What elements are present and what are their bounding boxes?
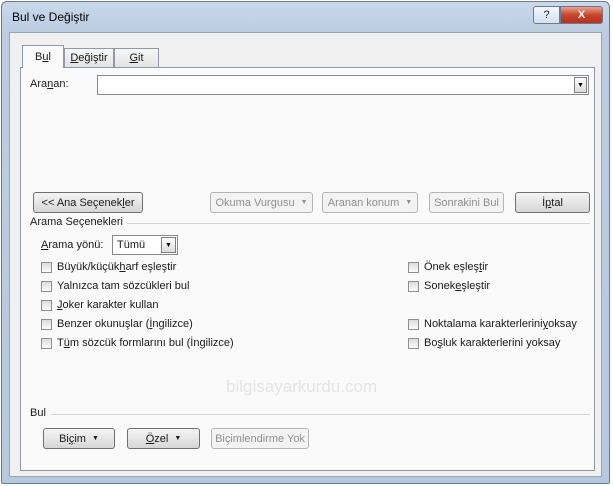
match-case-checkbox[interactable]: Büyük/küçük h arf eşleştir (41, 261, 176, 273)
find-divider (51, 414, 590, 415)
help-button[interactable]: ? (533, 6, 560, 24)
dialog-body: Bul Değiştir Git Aranan: ▼ << Ana Seçene… (9, 32, 602, 477)
ignore-whitespace-checkbox[interactable]: Bo ş luk karakterlerini yoksay (408, 337, 560, 349)
chevron-down-icon: ▼ (577, 81, 584, 89)
format-button[interactable]: Bi ç im ▼ (43, 428, 115, 449)
ignore-punctuation-checkbox[interactable]: Noktalama karakterlerini y oksay (408, 318, 577, 330)
search-input[interactable]: ▼ (97, 75, 589, 95)
tab-find[interactable]: Bul (22, 45, 64, 68)
word-forms-checkbox[interactable]: Tüm sözcük formlarını bul (İngilizce) (41, 337, 234, 349)
match-suffix-checkbox[interactable]: Sonek e şleştir (408, 280, 490, 292)
window-title: Bul ve Değiştir (12, 10, 90, 24)
options-divider (127, 223, 590, 224)
direction-value: Tümü (117, 239, 146, 251)
no-formatting-button[interactable]: Biçimlendirme Yok (211, 428, 309, 449)
reading-highlight-button[interactable]: Okuma Vurgusu ▼ (210, 192, 313, 213)
dropdown-arrow-icon: ▼ (300, 199, 308, 206)
search-label: Aranan: (30, 78, 69, 90)
watermark: bilgisayarkurdu.com (226, 377, 378, 396)
find-in-button[interactable]: Aranan konum ▼ (322, 192, 418, 213)
dropdown-arrow-icon: ▼ (91, 435, 99, 442)
close-icon: X (577, 9, 586, 21)
find-replace-dialog: Bul ve Değiştir ? X Bul Değiştir Git Ara… (1, 1, 610, 484)
find-next-button[interactable]: Sonrakini Bul (429, 192, 504, 213)
tab-panel-find: Aranan: ▼ << Ana Seçenek l er Okuma Vurgus… (20, 67, 595, 471)
tab-goto[interactable]: Git (114, 48, 159, 67)
sounds-like-checkbox[interactable]: Benzer okunuşlar (İngilizce) (41, 318, 193, 330)
whole-words-checkbox[interactable]: Yalnızca tam sözcükleri bul (41, 280, 189, 292)
chevron-down-icon: ▼ (165, 241, 172, 249)
direction-dropdown-button[interactable]: ▼ (161, 237, 176, 253)
dropdown-arrow-icon: ▼ (174, 435, 182, 442)
tab-replace[interactable]: Değiştir (64, 48, 114, 67)
close-button[interactable]: X (560, 6, 603, 24)
help-icon: ? (543, 9, 550, 21)
direction-select[interactable]: Tümü ▼ (112, 235, 178, 255)
less-options-button[interactable]: << Ana Seçenek l er (33, 192, 143, 213)
cancel-button[interactable]: İp tal (515, 192, 590, 213)
dropdown-arrow-icon: ▼ (405, 199, 413, 206)
match-prefix-checkbox[interactable]: Önek eşleş t ir (408, 261, 488, 273)
search-options-title: Arama Seçenekleri (30, 216, 123, 228)
direction-label: Arama yönü: (41, 239, 104, 251)
find-section-title: Bul (30, 407, 46, 419)
search-dropdown-button[interactable]: ▼ (574, 77, 587, 93)
special-button[interactable]: Özel ▼ (127, 428, 200, 449)
wildcards-checkbox[interactable]: Joker karakter kullan (41, 299, 159, 311)
title-bar: Bul ve Değiştir ? X (2, 2, 609, 32)
